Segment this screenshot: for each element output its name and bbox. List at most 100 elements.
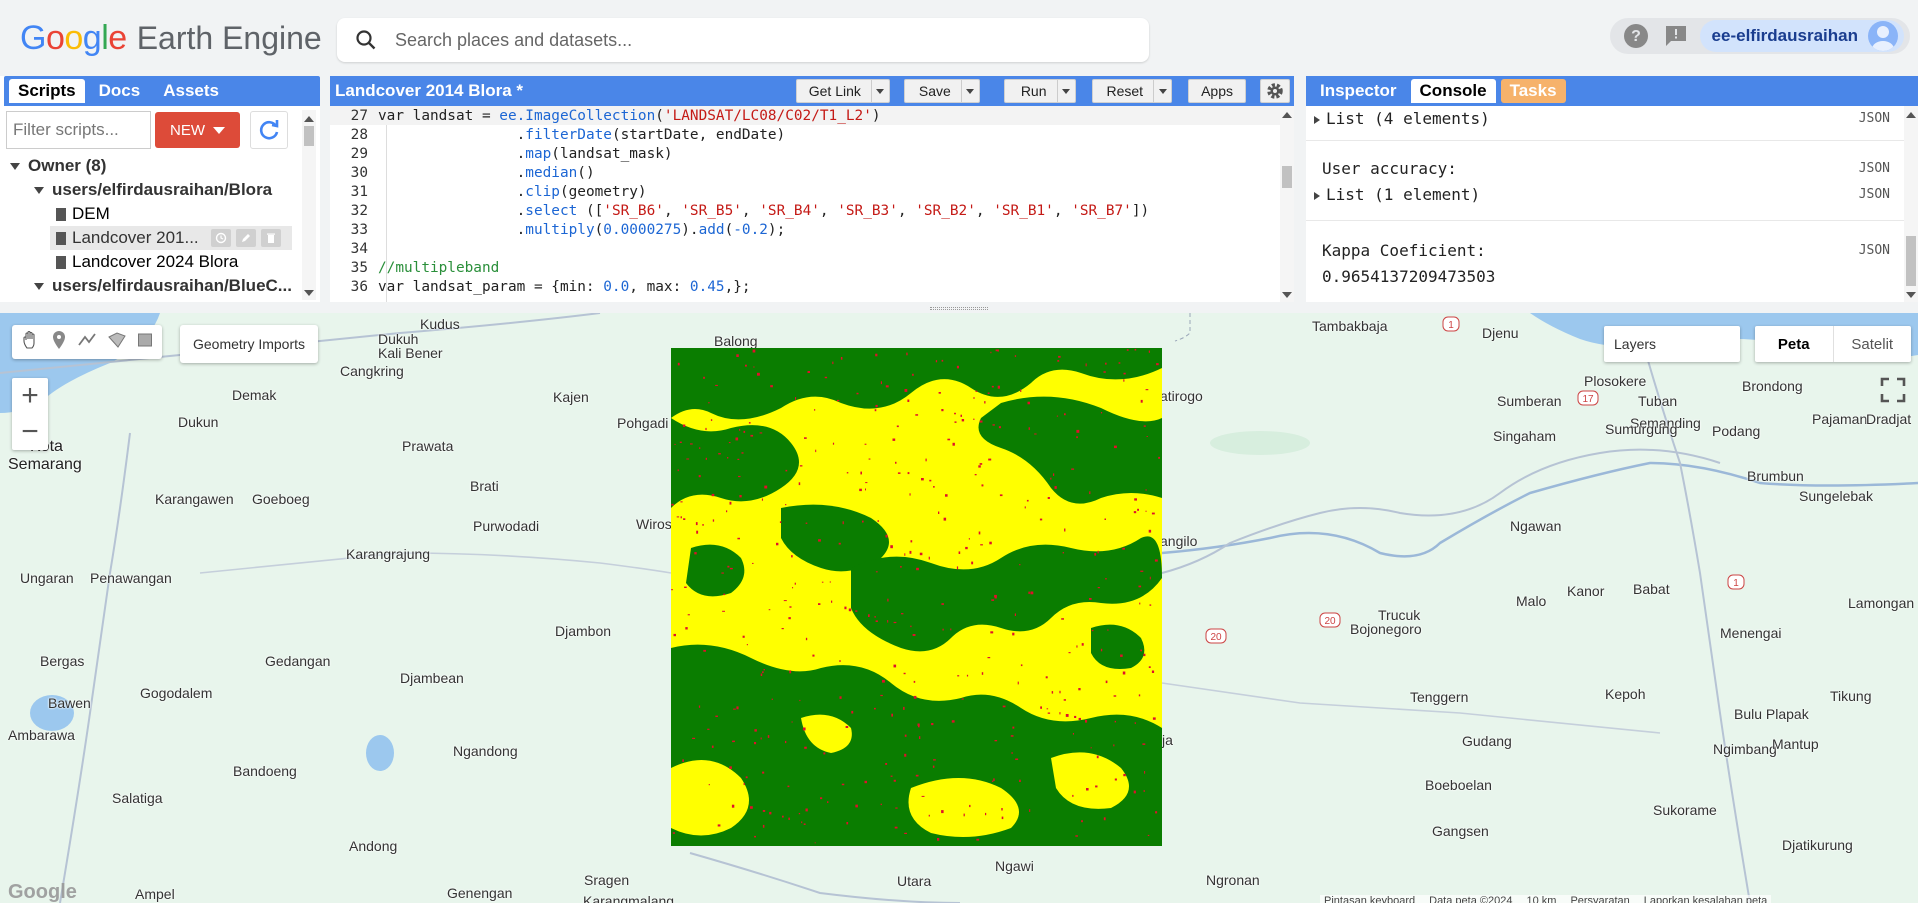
urban-pixel xyxy=(839,696,842,699)
delete-icon[interactable] xyxy=(260,229,281,247)
feedback-icon[interactable] xyxy=(1662,22,1690,50)
refresh-button[interactable] xyxy=(250,111,288,149)
map-canvas[interactable]: 1 17 20 20 1 Dukuh Kali Bener Kudus Cangkri… xyxy=(0,313,1918,903)
tab-tasks[interactable]: Tasks xyxy=(1500,79,1566,103)
apps-button[interactable]: Apps xyxy=(1188,79,1246,103)
line-tool-icon[interactable] xyxy=(77,332,97,353)
landcover-classification-layer[interactable] xyxy=(671,348,1162,846)
fullscreen-icon xyxy=(1880,377,1906,403)
zoom-in-button[interactable]: + xyxy=(12,378,48,414)
account-button[interactable]: ee-elfirdausraihan xyxy=(1699,20,1904,52)
urban-pixel xyxy=(904,553,906,556)
panel-resize-handle[interactable] xyxy=(930,307,988,310)
code-line[interactable]: 27 var landsat = ee.ImageCollection('LAN… xyxy=(330,106,1294,125)
report-error-link[interactable]: Laporkan kesalahan peta xyxy=(1644,895,1768,903)
tab-inspector[interactable]: Inspector xyxy=(1311,79,1406,103)
urban-pixel xyxy=(1039,518,1043,521)
chevron-down-icon[interactable] xyxy=(1153,80,1171,102)
urban-pixel xyxy=(726,510,728,513)
urban-pixel xyxy=(731,804,735,808)
place-label: Podang xyxy=(1712,423,1761,439)
chevron-down-icon[interactable] xyxy=(960,80,979,102)
scrollbar[interactable] xyxy=(302,110,316,300)
scrollbar[interactable] xyxy=(1280,106,1294,302)
svg-text:17: 17 xyxy=(1582,394,1594,405)
map-type-peta[interactable]: Peta xyxy=(1755,326,1834,362)
refresh-icon xyxy=(259,120,279,140)
code-line[interactable]: 31 .clip(geometry) xyxy=(330,182,1294,201)
layers-button[interactable]: Layers xyxy=(1604,326,1740,362)
polygon-tool-icon[interactable] xyxy=(107,331,127,354)
urban-pixel xyxy=(912,373,914,376)
help-icon[interactable]: ? xyxy=(1622,22,1650,50)
get-link-button[interactable]: Get Link xyxy=(795,79,890,103)
scrollbar[interactable] xyxy=(1904,106,1918,302)
place-label: Babat xyxy=(1633,581,1670,597)
json-link[interactable]: JSON xyxy=(1859,111,1890,126)
code-line[interactable]: 33 .multiply(0.0000275).add(-0.2); xyxy=(330,220,1294,239)
code-area[interactable]: 27 var landsat = ee.ImageCollection('LAN… xyxy=(330,106,1294,302)
tree-folder-bluec[interactable]: users/elfirdausraihan/BlueC... xyxy=(0,274,320,296)
urban-pixel xyxy=(812,654,815,657)
tree-folder-blora[interactable]: users/elfirdausraihan/Blora xyxy=(0,178,320,202)
code-line[interactable]: 35 //multipleband xyxy=(330,258,1294,277)
urban-pixel xyxy=(742,635,745,638)
map-type-satelit[interactable]: Satelit xyxy=(1834,326,1912,362)
code-line[interactable]: 32 .select (['SR_B6', 'SR_B5', 'SR_B4', … xyxy=(330,201,1294,220)
rename-icon[interactable] xyxy=(235,229,256,247)
console-list-4[interactable]: List (4 elements) JSON xyxy=(1314,108,1890,128)
json-link[interactable]: JSON xyxy=(1859,243,1890,258)
pan-hand-icon[interactable] xyxy=(21,330,41,355)
new-button[interactable]: NEW xyxy=(155,112,240,148)
code-line[interactable]: 29 .map(landsat_mask) xyxy=(330,144,1294,163)
console-list-1[interactable]: List (1 element) JSON xyxy=(1314,184,1890,204)
chevron-down-icon[interactable] xyxy=(1056,80,1075,102)
tree-owner[interactable]: Owner (8) xyxy=(0,154,320,178)
search-bar[interactable] xyxy=(337,18,1149,62)
tab-console[interactable]: Console xyxy=(1410,79,1496,103)
json-link[interactable]: JSON xyxy=(1859,161,1890,176)
zoom-out-button[interactable]: − xyxy=(12,414,48,450)
urban-pixel xyxy=(961,698,964,700)
urban-pixel xyxy=(736,354,739,357)
code-line[interactable]: 28 .filterDate(startDate, endDate) xyxy=(330,125,1294,144)
tab-docs[interactable]: Docs xyxy=(90,79,150,103)
rectangle-tool-icon[interactable] xyxy=(137,332,153,353)
urban-pixel xyxy=(748,422,751,424)
urban-pixel xyxy=(1012,632,1015,636)
point-marker-icon[interactable] xyxy=(51,330,67,355)
filter-scripts-input[interactable] xyxy=(6,111,151,149)
history-icon[interactable] xyxy=(210,229,231,247)
search-input[interactable] xyxy=(395,29,1095,51)
code-line[interactable]: 30 .median() xyxy=(330,163,1294,182)
urban-pixel xyxy=(1064,528,1066,532)
urban-pixel xyxy=(938,511,940,514)
urban-pixel xyxy=(1068,652,1071,654)
geometry-imports-button[interactable]: Geometry Imports xyxy=(180,325,318,363)
tab-assets[interactable]: Assets xyxy=(154,79,228,103)
script-title[interactable]: Landcover 2014 Blora * xyxy=(335,81,523,101)
tree-file-landcover-2024[interactable]: Landcover 2024 Blora xyxy=(0,250,320,274)
urban-pixel xyxy=(1148,350,1150,353)
tab-scripts[interactable]: Scripts xyxy=(9,79,85,103)
code-line[interactable]: 34 xyxy=(330,239,1294,258)
fullscreen-button[interactable] xyxy=(1876,373,1910,407)
keyboard-shortcuts-link[interactable]: Pintasan keyboard xyxy=(1324,895,1415,903)
tree-file-dem[interactable]: DEM xyxy=(0,202,320,226)
urban-pixel xyxy=(1114,445,1117,449)
urban-pixel xyxy=(804,746,807,749)
json-link[interactable]: JSON xyxy=(1859,187,1890,202)
urban-pixel xyxy=(896,425,899,428)
urban-pixel xyxy=(824,376,828,379)
earth-engine-logo[interactable]: Google Earth Engine xyxy=(20,16,322,60)
code-line[interactable]: 36 var landsat_param = {min: 0.0, max: 0… xyxy=(330,277,1294,296)
chevron-down-icon[interactable] xyxy=(870,80,889,102)
urban-pixel xyxy=(1085,363,1087,367)
terms-link[interactable]: Persyaratan xyxy=(1570,895,1629,903)
reset-button[interactable]: Reset xyxy=(1091,79,1173,103)
run-button[interactable]: Run xyxy=(1003,79,1076,103)
tree-file-landcover-2014[interactable]: Landcover 201... xyxy=(50,226,292,250)
settings-button[interactable] xyxy=(1260,79,1290,103)
urban-pixel xyxy=(994,594,997,598)
save-button[interactable]: Save xyxy=(903,79,980,103)
